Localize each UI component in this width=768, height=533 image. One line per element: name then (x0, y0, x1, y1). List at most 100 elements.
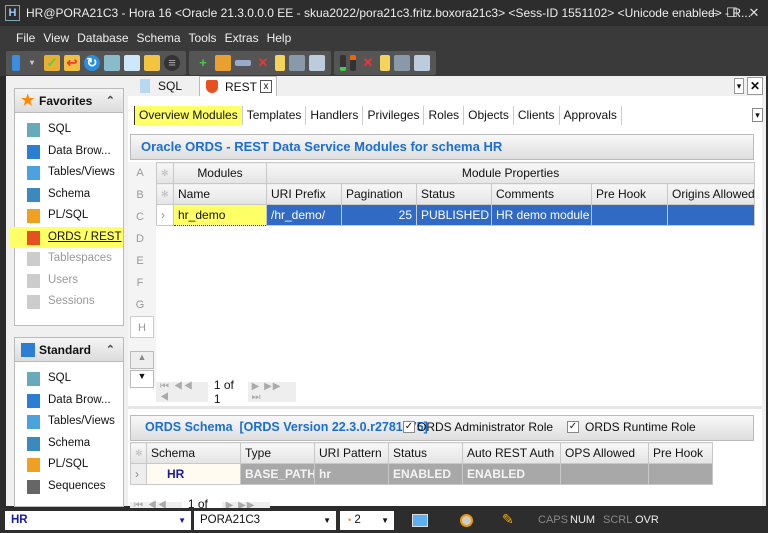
subtab-handlers[interactable]: Handlers (306, 106, 364, 125)
traffic-green-icon[interactable] (340, 55, 346, 71)
letter-a[interactable]: A (128, 162, 152, 184)
table-row[interactable]: › HR BASE_PATH hr ENABLED ENABLED (130, 463, 713, 485)
column-header[interactable]: Pagination (341, 183, 417, 205)
cell-origins-allowed[interactable] (666, 204, 756, 226)
schema-combobox[interactable]: HR ▼ (5, 511, 191, 530)
dropdown-icon[interactable]: ▾ (24, 55, 40, 71)
column-header[interactable]: Comments (491, 183, 592, 205)
subtab-templates[interactable]: Templates (243, 106, 307, 125)
column-header[interactable]: Status (388, 442, 463, 464)
letter-f[interactable]: F (128, 272, 152, 294)
menu-tools[interactable]: Tools (189, 31, 217, 45)
menu-file[interactable]: File (16, 31, 35, 45)
column-header[interactable]: Schema (146, 442, 241, 464)
open-folder-icon[interactable] (144, 55, 160, 71)
cell-auto-rest-auth[interactable]: ENABLED (462, 463, 561, 485)
connection-combobox[interactable]: PORA21C3 ▼ (194, 511, 336, 530)
copy-icon[interactable] (414, 55, 430, 71)
menu-help[interactable]: Help (267, 31, 292, 45)
connect-icon[interactable] (12, 55, 20, 71)
cell-status[interactable]: PUBLISHED (416, 204, 492, 226)
sidebar-item-sql[interactable]: SQL (15, 368, 123, 390)
cell-type[interactable]: BASE_PATH (240, 463, 315, 485)
menu-extras[interactable]: Extras (225, 31, 259, 45)
subtab-clients[interactable]: Clients (514, 106, 560, 125)
scroll-down-button[interactable]: ▼ (130, 370, 154, 388)
sidebar-item-sessions[interactable]: Sessions (15, 291, 123, 313)
window-icon[interactable] (412, 514, 428, 527)
table-row[interactable]: › hr_demo/hr_demo/25 PUBLISHED HR demo modu… (156, 204, 756, 226)
column-header[interactable]: URI Pattern (314, 442, 389, 464)
menu-database[interactable]: Database (77, 31, 128, 45)
tab-rest[interactable]: REST x (199, 76, 277, 96)
favorites-header[interactable]: ★ Favorites ⌃ (15, 89, 123, 113)
sidebar-item-schema[interactable]: Schema (15, 184, 123, 206)
cell-status[interactable]: ENABLED (388, 463, 463, 485)
cell-comments[interactable]: HR demo module (491, 204, 592, 226)
stop-icon[interactable]: ≡ (164, 55, 180, 71)
sidebar-item-users[interactable]: Users (15, 270, 123, 292)
column-header[interactable]: OPS Allowed (560, 442, 649, 464)
edit-icon[interactable] (215, 55, 231, 71)
subtab-objects[interactable]: Objects (464, 106, 514, 125)
letter-d[interactable]: D (128, 228, 152, 250)
note-icon[interactable] (380, 55, 390, 71)
column-header[interactable]: Auto REST Auth (462, 442, 561, 464)
subtab-privileges[interactable]: Privileges (363, 106, 425, 125)
column-header[interactable]: Type (240, 442, 315, 464)
new-file-icon[interactable] (124, 55, 140, 71)
letter-e[interactable]: E (128, 250, 152, 272)
rename-icon[interactable] (235, 60, 251, 66)
tab-sql[interactable]: SQL (134, 76, 196, 96)
pencil-icon[interactable]: ✎ (502, 511, 514, 528)
letter-b[interactable]: B (128, 184, 152, 206)
sidebar-item-tables-views[interactable]: Tables/Views (15, 162, 123, 184)
column-header[interactable]: Pre Hook (648, 442, 713, 464)
column-header[interactable]: Name (173, 183, 267, 205)
sidebar-item-ords-rest[interactable]: ORDS / REST (9, 226, 123, 248)
subtab-overflow-dropdown[interactable]: ▾ (752, 108, 763, 122)
splitter[interactable] (128, 406, 762, 409)
sessions-combobox[interactable]: • 2 ▼ (340, 511, 394, 530)
collapse-icon[interactable]: ⌃ (106, 89, 115, 113)
menu-view[interactable]: View (43, 31, 69, 45)
sidebar-item-pl-sql[interactable]: PL/SQL (15, 454, 123, 476)
close-all-button[interactable]: ✕ (747, 77, 763, 95)
column-header[interactable]: Origins Allowed (666, 183, 756, 205)
cell-uri-pattern[interactable]: hr (314, 463, 389, 485)
sidebar-item-sequences[interactable]: Sequences (15, 476, 123, 498)
pager-prev-icon[interactable]: ⏮ ◀◀ ◀ (156, 381, 208, 403)
print-icon[interactable] (289, 55, 305, 71)
sidebar-item-schema[interactable]: Schema (15, 433, 123, 455)
column-header[interactable]: Status (416, 183, 492, 205)
column-header[interactable]: URI Prefix (266, 183, 342, 205)
refresh-icon[interactable]: ↻ (84, 55, 100, 71)
commit-icon[interactable]: ✓ (44, 55, 60, 71)
cell-pagination[interactable]: 25 (341, 204, 417, 226)
collapse-icon[interactable]: ⌃ (106, 338, 115, 362)
sidebar-item-data-brow[interactable]: Data Brow... (15, 141, 123, 163)
cell-uri-prefix[interactable]: /hr_demo/ (266, 204, 342, 226)
standard-header[interactable]: Standard ⌃ (15, 338, 123, 362)
subtab-roles[interactable]: Roles (424, 106, 465, 125)
delete-icon[interactable]: ✕ (360, 55, 376, 71)
cell-name[interactable]: hr_demo (173, 204, 267, 226)
menu-schema[interactable]: Schema (137, 31, 181, 45)
runtime-role-checkbox[interactable]: ✓ (567, 421, 579, 433)
subtab-overview-modules[interactable]: Overview Modules (134, 106, 243, 125)
note-icon[interactable] (275, 55, 285, 71)
admin-role-checkbox[interactable]: ✓ (403, 421, 415, 433)
letter-c[interactable]: C (128, 206, 152, 228)
clock-icon[interactable] (460, 514, 473, 527)
add-icon[interactable]: + (195, 55, 211, 71)
sidebar-item-data-brow[interactable]: Data Brow... (15, 390, 123, 412)
traffic-red-icon[interactable] (350, 55, 356, 71)
monitor-icon[interactable] (104, 55, 120, 71)
delete-icon[interactable]: ✕ (255, 55, 271, 71)
sidebar-item-pl-sql[interactable]: PL/SQL (15, 205, 123, 227)
sidebar-item-tablespaces[interactable]: Tablespaces (15, 248, 123, 270)
subtab-approvals[interactable]: Approvals (560, 106, 622, 125)
letter-g[interactable]: G (128, 294, 152, 316)
sidebar-item-sql[interactable]: SQL (15, 119, 123, 141)
cell-schema[interactable]: HR (146, 463, 241, 485)
